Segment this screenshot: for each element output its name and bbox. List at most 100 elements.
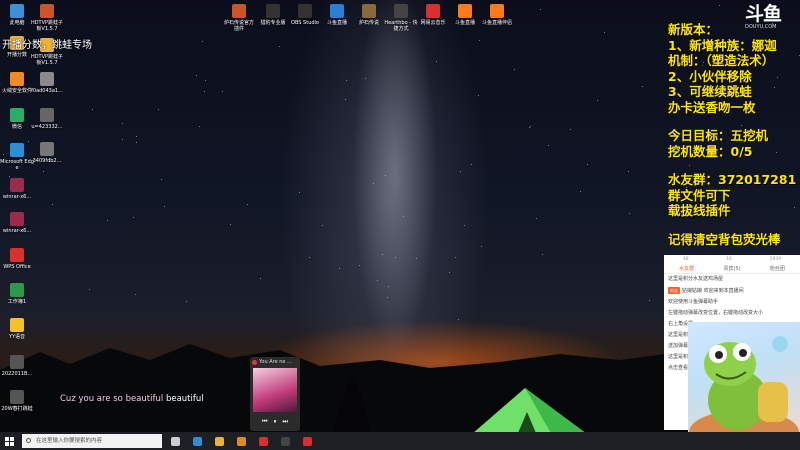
star <box>597 100 598 101</box>
star <box>299 192 300 193</box>
taskbar-file-explorer-button[interactable] <box>210 432 228 450</box>
desktop-shortcut[interactable]: Microsoft Edge <box>0 143 34 171</box>
info-spacer <box>668 115 800 128</box>
desktop-shortcut[interactable]: YY语音 <box>0 318 34 340</box>
tab-fan-group[interactable]: 水友群 <box>664 264 709 273</box>
image-icon <box>40 72 54 86</box>
previous-track-icon[interactable]: ⏮ <box>262 418 267 426</box>
stat-fans: 5939 <box>770 257 781 262</box>
desktop-shortcut[interactable]: 工作簿1 <box>0 283 34 305</box>
info-spacer <box>668 219 800 232</box>
star <box>164 206 165 207</box>
desktop-shortcut[interactable]: OBS Studio <box>288 4 322 26</box>
shortcut-label: u=423332... <box>30 124 64 130</box>
taskbar-edge-button[interactable] <box>188 432 206 450</box>
desktop-shortcut[interactable]: 炉石传说 <box>352 4 386 26</box>
star <box>186 301 187 302</box>
desktop-shortcut[interactable]: HDTVP跳蛙子板V1.5.7 <box>30 4 64 32</box>
desktop-shortcut[interactable]: f0ad043a1... <box>30 72 64 94</box>
taskbar-search-box[interactable]: 在这里输入你要搜索的内容 <box>22 434 162 448</box>
shortcut-label: 炉石传说 <box>352 20 386 26</box>
star <box>481 246 482 247</box>
taskbar-store-button[interactable] <box>232 432 250 450</box>
netease-music-icon <box>252 360 257 365</box>
app-icon <box>394 4 408 18</box>
star <box>628 171 629 172</box>
desktop-shortcut[interactable]: 微信 <box>0 108 34 130</box>
edge-icon <box>10 143 24 157</box>
shortcut-label: YY语音 <box>0 334 34 340</box>
shortcut-label: 微信 <box>0 124 34 130</box>
chat-message-text: 点击查看 <box>668 365 688 371</box>
taskbar: 在这里输入你要搜索的内容 <box>0 432 800 450</box>
star <box>309 257 310 258</box>
desktop-shortcut[interactable]: Hearthbo - 快捷方式 <box>384 4 418 32</box>
desktop-shortcut[interactable]: winrar-x6... <box>0 178 34 200</box>
desktop-shortcut[interactable]: 火绒安全软件 <box>0 72 34 94</box>
star <box>196 75 197 76</box>
streamer-avatar-card <box>688 322 800 448</box>
desktop-shortcut[interactable]: 20W春打跳蛙 <box>0 390 34 412</box>
desktop-shortcut[interactable]: 3409fdb2... <box>30 142 64 164</box>
search-placeholder: 在这里输入你要搜索的内容 <box>36 438 102 444</box>
desktop-shortcut[interactable]: 2022011B... <box>0 355 34 377</box>
star <box>471 164 472 165</box>
star <box>199 126 200 127</box>
star <box>387 297 388 298</box>
shortcut-label: Hearthbo - 快捷方式 <box>384 20 418 32</box>
desktop-shortcut[interactable]: 斗鱼直播伴侣 <box>480 4 514 26</box>
task-view-icon <box>171 437 180 446</box>
star <box>542 254 543 255</box>
star <box>536 218 537 219</box>
chat-message-text: 姑娘姑娘 欢迎来到本直播间 <box>682 288 744 294</box>
stream-title-overlay: 开播分数，跳蛙专场 <box>2 36 92 51</box>
info-line: 办卡送香吻一枚 <box>668 100 800 116</box>
star <box>385 175 386 176</box>
star <box>279 46 280 47</box>
stream-info-panel: 新版本： 1、新增种族：娜迦 机制：（塑造法术） 2、小伙伴移除 3、可继续跳蛙 办卡送香… <box>668 22 800 247</box>
star <box>260 278 261 279</box>
star <box>205 80 206 81</box>
chat-message: 这里是积分水友送鸡场屋 <box>664 274 800 285</box>
file-explorer-icon <box>215 437 224 446</box>
app-icon <box>40 4 54 18</box>
star <box>43 171 44 172</box>
file-icon <box>40 108 54 122</box>
start-button[interactable] <box>0 432 18 450</box>
info-line: 挖机数量：0/5 <box>668 144 800 160</box>
taskbar-music-button[interactable] <box>254 432 272 450</box>
next-track-icon[interactable]: ⏭ <box>283 418 288 426</box>
desktop-shortcut[interactable]: winrar-x6... <box>0 212 34 234</box>
file-icon <box>10 355 24 369</box>
pause-icon[interactable]: ⏸ <box>273 418 276 426</box>
desktop-shortcut[interactable]: 此电脑 <box>0 4 34 26</box>
frog-mascot-illustration <box>688 322 800 448</box>
star <box>458 319 459 320</box>
desktop-shortcut[interactable]: 猎豹专业版 <box>256 4 290 26</box>
desktop-shortcut[interactable]: 斗鱼直播 <box>448 4 482 26</box>
desktop-shortcut[interactable]: WPS Office <box>0 248 34 270</box>
tab-fan-club[interactable]: 粉丝团 <box>755 264 800 273</box>
star <box>514 69 515 70</box>
taskbar-app-button[interactable] <box>298 432 316 450</box>
star <box>587 164 588 165</box>
desktop-shortcut[interactable]: 斗鱼直播 <box>320 4 354 26</box>
taskbar-obs-button[interactable] <box>276 432 294 450</box>
star <box>122 123 123 124</box>
desktop-shortcut[interactable]: 炉石传说官方插件 <box>222 4 256 32</box>
album-cover <box>253 368 297 412</box>
music-player-widget[interactable]: You Are ne ... ⏮ ⏸ ⏭ <box>250 357 300 431</box>
star <box>9 176 10 177</box>
star <box>479 40 480 41</box>
taskbar-task-view-button[interactable] <box>166 432 184 450</box>
chat-stats: 48 16 5939 <box>664 255 800 264</box>
desktop-shortcut[interactable]: u=423332... <box>30 108 64 130</box>
star <box>548 145 549 146</box>
shortcut-label: 网易云音乐 <box>416 20 450 26</box>
tab-vip[interactable]: 贵宾(5) <box>709 264 754 273</box>
star <box>478 95 479 96</box>
star <box>133 217 134 218</box>
info-spacer <box>668 159 800 172</box>
shortcut-label: 此电脑 <box>0 20 34 26</box>
desktop-shortcut[interactable]: 网易云音乐 <box>416 4 450 26</box>
